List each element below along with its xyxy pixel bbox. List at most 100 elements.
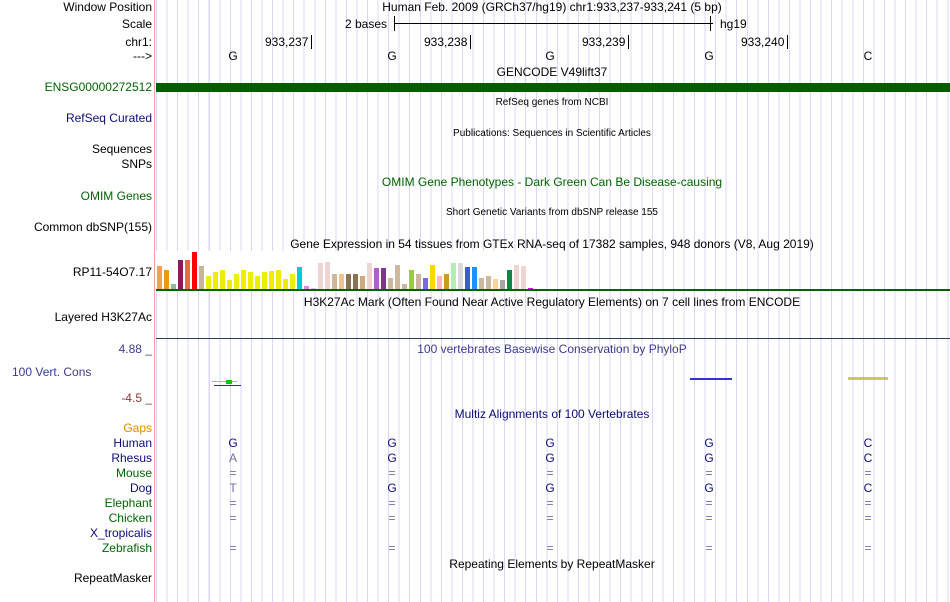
species-label[interactable]: Human bbox=[113, 436, 152, 450]
alignment-base: = bbox=[388, 466, 396, 480]
alignment-base: = bbox=[388, 541, 396, 555]
gtex-bar[interactable] bbox=[430, 264, 435, 289]
gtex-bar[interactable] bbox=[486, 275, 491, 289]
gtex-bar[interactable] bbox=[458, 262, 463, 289]
dbsnp-title[interactable]: Short Genetic Variants from dbSNP releas… bbox=[446, 207, 658, 218]
omim-label[interactable]: OMIM Genes bbox=[81, 189, 152, 203]
dbsnp-label[interactable]: Common dbSNP(155) bbox=[34, 220, 152, 234]
gtex-bar[interactable] bbox=[206, 275, 211, 289]
gtex-bar[interactable] bbox=[248, 272, 253, 289]
gtex-bar[interactable] bbox=[416, 273, 421, 289]
gtex-bar[interactable] bbox=[234, 274, 239, 289]
species-label[interactable]: Elephant bbox=[105, 496, 152, 510]
gtex-bar[interactable] bbox=[157, 266, 162, 289]
gtex-bar[interactable] bbox=[192, 252, 197, 289]
gtex-gene-label[interactable]: RP11-54O7.17 bbox=[73, 265, 152, 279]
gtex-bar[interactable] bbox=[409, 269, 414, 289]
species-label[interactable]: Chicken bbox=[109, 511, 152, 525]
gtex-bar[interactable] bbox=[297, 267, 302, 289]
gtex-bar[interactable] bbox=[255, 275, 260, 289]
gtex-bar[interactable] bbox=[521, 266, 526, 289]
alignment-base: G bbox=[228, 436, 238, 450]
alignment-base: C bbox=[863, 451, 873, 465]
gtex-bar[interactable] bbox=[283, 278, 288, 289]
gtex-bar[interactable] bbox=[500, 279, 505, 289]
sequences-label[interactable]: Sequences bbox=[92, 142, 152, 156]
gtex-bar[interactable] bbox=[339, 274, 344, 289]
gtex-bar[interactable] bbox=[367, 262, 372, 289]
phylop-max: 4.88 _ bbox=[118, 342, 152, 356]
gtex-bar[interactable] bbox=[479, 277, 484, 289]
phylop-min: -4.5 _ bbox=[121, 391, 152, 405]
gtex-bar[interactable] bbox=[213, 272, 218, 289]
alignment-base: G bbox=[545, 436, 555, 450]
species-label[interactable]: X_tropicalis bbox=[90, 526, 152, 540]
gencode-gene-label[interactable]: ENSG00000272512 bbox=[45, 80, 152, 94]
gtex-bar[interactable] bbox=[325, 262, 330, 289]
gtex-bar[interactable] bbox=[437, 276, 442, 289]
gtex-bar[interactable] bbox=[269, 270, 274, 289]
gtex-bar[interactable] bbox=[493, 278, 498, 289]
gtex-bar[interactable] bbox=[276, 269, 281, 289]
alignment-base: = bbox=[229, 541, 237, 555]
species-label[interactable]: Zebrafish bbox=[102, 541, 152, 555]
alignment-base: = bbox=[388, 496, 396, 510]
gtex-bar[interactable] bbox=[360, 276, 365, 289]
multiz-title[interactable]: Multiz Alignments of 100 Vertebrates bbox=[455, 407, 650, 421]
gtex-bar[interactable] bbox=[220, 269, 225, 289]
gtex-bar[interactable] bbox=[241, 269, 246, 289]
gtex-bar[interactable] bbox=[346, 274, 351, 289]
alignment-base: = bbox=[705, 511, 713, 525]
gtex-bar[interactable] bbox=[178, 260, 183, 289]
gtex-bar[interactable] bbox=[381, 268, 386, 289]
species-label[interactable]: Rhesus bbox=[111, 451, 152, 465]
publications-title[interactable]: Publications: Sequences in Scientific Ar… bbox=[453, 128, 651, 139]
gtex-bar[interactable] bbox=[374, 268, 379, 289]
repeatmasker-title[interactable]: Repeating Elements by RepeatMasker bbox=[449, 557, 654, 571]
gtex-bar[interactable] bbox=[290, 273, 295, 289]
gtex-title[interactable]: Gene Expression in 54 tissues from GTEx … bbox=[290, 237, 814, 251]
gtex-bar[interactable] bbox=[423, 278, 428, 289]
repeatmasker-label[interactable]: RepeatMasker bbox=[74, 571, 152, 585]
refseq-title[interactable]: RefSeq genes from NCBI bbox=[496, 97, 609, 108]
phylop-title[interactable]: 100 vertebrates Basewise Conservation by… bbox=[417, 342, 686, 356]
phylop-label[interactable]: 100 Vert. Cons bbox=[12, 365, 91, 379]
h3k27ac-label[interactable]: Layered H3K27Ac bbox=[55, 310, 152, 324]
snps-label[interactable]: SNPs bbox=[121, 157, 152, 171]
gencode-title[interactable]: GENCODE V49lift37 bbox=[497, 65, 608, 79]
gtex-chart[interactable] bbox=[156, 251, 540, 289]
gtex-bar[interactable] bbox=[465, 267, 470, 289]
gtex-bar[interactable] bbox=[185, 260, 190, 289]
gtex-bar[interactable] bbox=[451, 262, 456, 289]
alignment-base: G bbox=[704, 481, 714, 495]
gencode-gene-feature[interactable] bbox=[156, 83, 950, 92]
phylop-mark bbox=[690, 378, 732, 380]
gtex-bar[interactable] bbox=[353, 273, 358, 289]
gtex-bar[interactable] bbox=[227, 279, 232, 289]
alignment-base: = bbox=[546, 511, 554, 525]
gtex-bar[interactable] bbox=[507, 270, 512, 289]
base: G bbox=[704, 49, 714, 63]
alignment-base: = bbox=[864, 541, 872, 555]
gtex-bar[interactable] bbox=[395, 264, 400, 289]
h3k27ac-baseline bbox=[156, 338, 950, 339]
species-label[interactable]: Dog bbox=[130, 481, 152, 495]
species-label[interactable]: Mouse bbox=[116, 466, 152, 480]
gtex-bar[interactable] bbox=[199, 266, 204, 289]
refseq-label[interactable]: RefSeq Curated bbox=[66, 111, 152, 125]
gtex-bar[interactable] bbox=[514, 264, 519, 289]
scale-db: hg19 bbox=[720, 17, 747, 31]
omim-title[interactable]: OMIM Gene Phenotypes - Dark Green Can Be… bbox=[382, 175, 722, 189]
alignment-base: T bbox=[229, 481, 237, 495]
phylop-mark bbox=[212, 381, 237, 382]
gtex-bar[interactable] bbox=[332, 273, 337, 289]
gtex-bar[interactable] bbox=[388, 277, 393, 289]
h3k27ac-title[interactable]: H3K27Ac Mark (Often Found Near Active Re… bbox=[304, 295, 800, 309]
gtex-bar[interactable] bbox=[444, 273, 449, 289]
gtex-bar[interactable] bbox=[472, 267, 477, 289]
gtex-bar[interactable] bbox=[164, 270, 169, 289]
alignment-base: G bbox=[387, 436, 397, 450]
position-tick: 933,237 bbox=[265, 35, 313, 49]
gtex-bar[interactable] bbox=[318, 262, 323, 289]
gtex-bar[interactable] bbox=[262, 272, 267, 289]
